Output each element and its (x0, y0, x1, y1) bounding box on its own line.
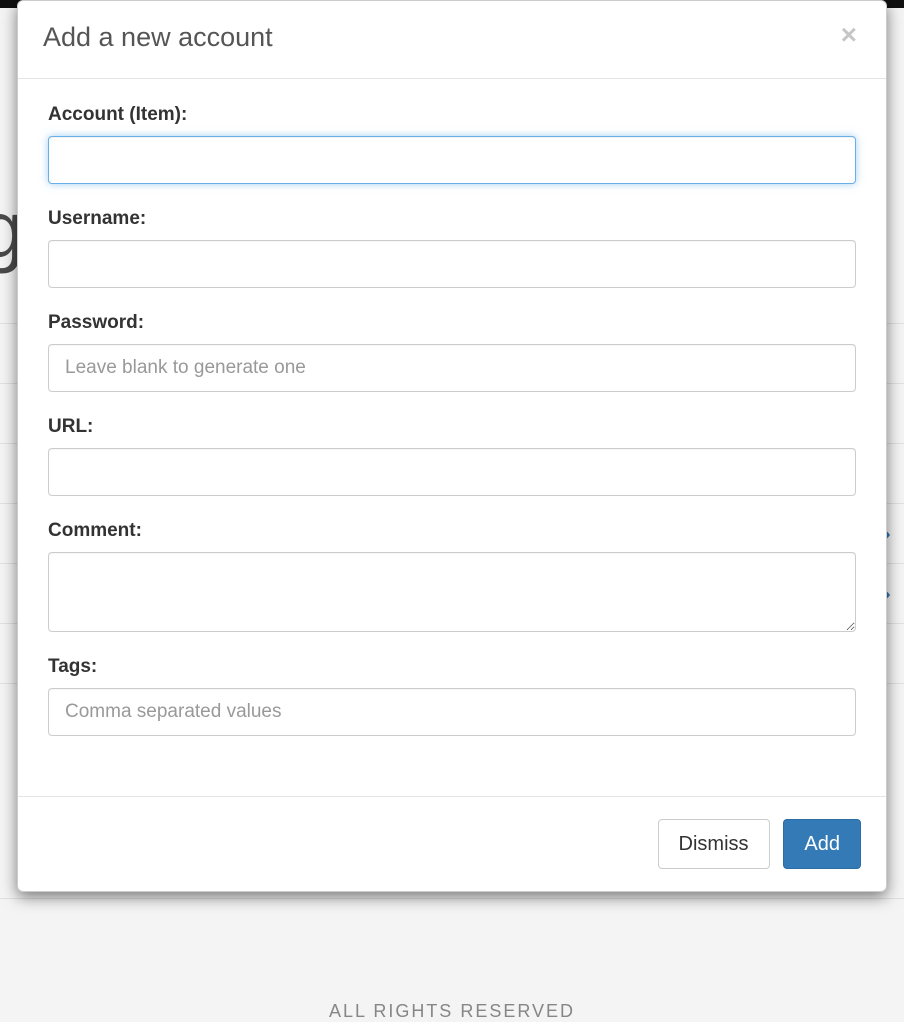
password-label: Password: (48, 312, 856, 334)
password-input[interactable] (48, 344, 856, 392)
add-button[interactable]: Add (783, 819, 861, 869)
modal-footer: Dismiss Add (18, 796, 886, 891)
account-field-group: Account (Item): (48, 104, 856, 184)
account-label: Account (Item): (48, 104, 856, 126)
comment-label: Comment: (48, 520, 856, 542)
username-input[interactable] (48, 240, 856, 288)
url-input[interactable] (48, 448, 856, 496)
add-account-modal: Add a new account × Account (Item): User… (17, 0, 887, 892)
password-field-group: Password: (48, 312, 856, 392)
url-field-group: URL: (48, 416, 856, 496)
url-label: URL: (48, 416, 856, 438)
comment-textarea[interactable] (48, 552, 856, 632)
tags-label: Tags: (48, 656, 856, 678)
modal-header: Add a new account × (18, 1, 886, 79)
tags-input[interactable] (48, 688, 856, 736)
username-label: Username: (48, 208, 856, 230)
close-icon[interactable]: × (837, 21, 861, 49)
comment-field-group: Comment: (48, 520, 856, 632)
modal-body: Account (Item): Username: Password: URL:… (18, 79, 886, 796)
username-field-group: Username: (48, 208, 856, 288)
dismiss-button[interactable]: Dismiss (658, 819, 770, 869)
tags-field-group: Tags: (48, 656, 856, 736)
modal-title: Add a new account (43, 21, 273, 53)
account-input[interactable] (48, 136, 856, 184)
